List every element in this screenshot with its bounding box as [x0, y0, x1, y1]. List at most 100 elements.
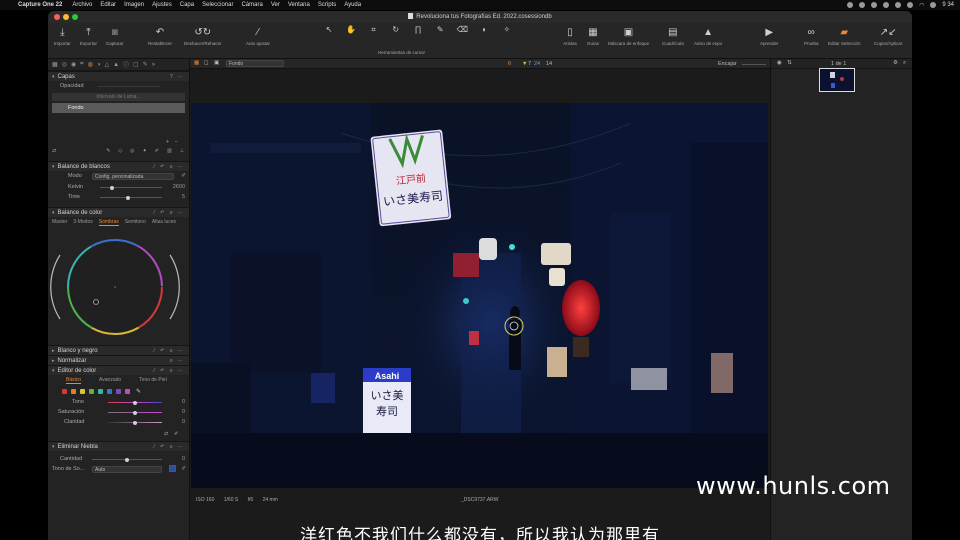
color-editor-section-header[interactable]: ▾ Editor de color ⁄ ↶ ≡ ⋯: [48, 365, 189, 375]
browser-search-icon[interactable]: ⌕: [903, 60, 906, 67]
tool-tab-adjust-icon[interactable]: ▲: [113, 62, 119, 68]
ce-saturation-slider[interactable]: [108, 410, 162, 415]
tool-tab-metadata-icon[interactable]: ⓘ: [123, 60, 129, 69]
menu-scripts[interactable]: Scripts: [318, 2, 336, 8]
ce-clarity-knob[interactable]: [133, 420, 137, 425]
picker-cursor-icon[interactable]: ✧: [498, 25, 516, 35]
color-swatch[interactable]: [107, 388, 112, 394]
eyedropper-icon[interactable]: ✐: [181, 466, 186, 472]
opacity-slider[interactable]: [98, 86, 160, 87]
viewer-layer-dropdown[interactable]: Fondo: [226, 60, 284, 67]
dehaze-tone-dropdown[interactable]: Auto: [92, 465, 162, 473]
reset-button[interactable]: ↶ Restablecer: [148, 25, 172, 47]
status-icon[interactable]: [930, 2, 937, 8]
menu-editar[interactable]: Editar: [100, 2, 116, 8]
kelvin-slider[interactable]: [100, 185, 162, 190]
guides-button[interactable]: ▦ Guías: [586, 25, 600, 47]
color-swatch[interactable]: [62, 388, 67, 394]
eye-icon[interactable]: ◉: [777, 60, 782, 66]
brush-icon[interactable]: ✎: [106, 148, 110, 154]
kelvin-value[interactable]: 2600: [173, 184, 185, 190]
pan-cursor-icon[interactable]: ✋: [342, 25, 360, 35]
rotate-cursor-icon[interactable]: ↻: [387, 25, 405, 35]
select-cursor-icon[interactable]: ↖: [320, 25, 338, 35]
tool-tab-library-icon[interactable]: ▦: [52, 61, 58, 68]
section-controls-icon[interactable]: ⁄ ↶ ≡ ⋯: [154, 442, 185, 452]
menu-imagen[interactable]: Imagen: [124, 2, 144, 8]
white-balance-section-header[interactable]: ▾ Balance de blancos ⁄ ↶ ≡ ⋯: [48, 161, 189, 171]
normalize-section-header[interactable]: ▸ Normalizar ≡ ⋯: [48, 355, 189, 365]
menu-app-name[interactable]: Capture One 22: [18, 2, 62, 8]
dehaze-section-header[interactable]: ▾ Eliminar Niebla ⁄ ↶ ≡ ⋯: [48, 441, 189, 451]
mask-view-icon[interactable]: ▣: [214, 60, 219, 66]
sparkle-icon[interactable]: ✦: [143, 148, 147, 154]
cb-tab-master[interactable]: Master: [52, 219, 67, 225]
import-button[interactable]: ⤓ Importar: [54, 25, 71, 47]
ce-saturation-value[interactable]: 0: [182, 409, 185, 415]
layers-section-header[interactable]: ▾ Capas? ⋯: [48, 71, 189, 81]
status-icon[interactable]: [907, 2, 914, 8]
crop-cursor-icon[interactable]: ⌗: [365, 25, 383, 35]
browser-settings-icon[interactable]: ⚙: [893, 60, 898, 66]
cb-tab-3-way[interactable]: 3-Modos: [73, 219, 92, 225]
dehaze-amount-knob[interactable]: [125, 457, 129, 462]
layer-background[interactable]: Fondo: [52, 103, 185, 113]
color-swatch[interactable]: [98, 388, 103, 394]
menubar-clock[interactable]: 9 34: [942, 2, 954, 8]
luma-range-button[interactable]: Intervalo de Luma...: [52, 93, 185, 101]
auto-adjust-button[interactable]: ⁄ Auto ajustar: [246, 25, 270, 47]
edges-button[interactable]: ▯ Aristas: [563, 25, 577, 47]
ce-tone-knob[interactable]: [133, 400, 137, 405]
color-wheel[interactable]: [48, 227, 190, 345]
tool-tab-exposure-icon[interactable]: ◑: [97, 62, 101, 68]
zoom-slider[interactable]: [742, 64, 766, 65]
ce-tone-slider[interactable]: [108, 400, 162, 405]
color-swatch[interactable]: [89, 388, 94, 394]
ce-tab-skin-tone[interactable]: Tono de Piel: [139, 377, 167, 383]
status-icon[interactable]: [895, 2, 902, 8]
tool-tab-color-icon[interactable]: ◍: [88, 61, 93, 68]
sort-icon[interactable]: ⇅: [787, 60, 792, 66]
swap-icon[interactable]: ⇄: [52, 148, 56, 154]
close-window-button[interactable]: [54, 14, 60, 20]
ce-clarity-value[interactable]: 0: [182, 419, 185, 425]
cb-tab-shadows[interactable]: Sombras: [98, 219, 119, 226]
eraser-cursor-icon[interactable]: ⌫: [453, 25, 471, 35]
eraser-icon[interactable]: ◇: [118, 148, 122, 154]
color-swatch[interactable]: [80, 388, 85, 394]
layer-indicator-icon[interactable]: ▦: [194, 60, 199, 66]
tool-tab-more-icon[interactable]: »: [152, 62, 155, 68]
status-icon[interactable]: [871, 2, 878, 8]
dehaze-amount-slider[interactable]: [92, 457, 162, 462]
picker-icon[interactable]: ✐: [155, 148, 159, 154]
ce-clarity-slider[interactable]: [108, 420, 162, 425]
radial-icon[interactable]: ◎: [130, 148, 134, 154]
maximize-window-button[interactable]: [72, 14, 78, 20]
section-controls-icon[interactable]: ⁄ ↶ ≡ ⋯: [154, 366, 185, 376]
cb-tab-midtones[interactable]: Semitono: [125, 219, 146, 225]
ce-tab-advanced[interactable]: Avanzado: [99, 377, 121, 383]
menu-ventana[interactable]: Ventana: [288, 2, 310, 8]
tool-tab-capture-icon[interactable]: ◎: [62, 61, 67, 68]
tool-tab-composition-icon[interactable]: ⌗: [80, 61, 83, 68]
menu-ayuda[interactable]: Ayuda: [344, 2, 361, 8]
wb-mode-dropdown[interactable]: Config. personalizada: [92, 172, 174, 180]
tool-tab-details-icon[interactable]: △: [104, 61, 109, 68]
eyedropper-icon[interactable]: ✐: [174, 431, 178, 437]
tool-tab-styles-icon[interactable]: ✎: [143, 61, 148, 68]
color-swatch[interactable]: [125, 388, 130, 394]
ce-tab-basic[interactable]: Básico: [66, 377, 82, 384]
ce-saturation-knob[interactable]: [133, 410, 137, 415]
tint-value[interactable]: 5: [182, 194, 185, 200]
menu-camara[interactable]: Cámara: [241, 2, 262, 8]
wifi-icon[interactable]: ◠: [919, 2, 924, 9]
alley-photo[interactable]: 江戸前 いさ美寿司 Asahi いさ美 寿司: [191, 103, 768, 488]
remove-layer-icon[interactable]: −: [175, 139, 178, 145]
fill-icon[interactable]: ▥: [167, 148, 172, 154]
grid-button[interactable]: ▤ Cuadrícula: [662, 25, 684, 47]
stamp-icon[interactable]: ⊥: [180, 148, 184, 154]
tool-tab-lens-icon[interactable]: ◉: [71, 61, 76, 68]
mask-toggle-icon[interactable]: ◻: [204, 60, 209, 66]
bw-section-header[interactable]: ▸ Blanco y negro ⁄ ↶ ≡ ⋯: [48, 345, 189, 355]
keystone-cursor-icon[interactable]: ∏: [409, 25, 427, 35]
